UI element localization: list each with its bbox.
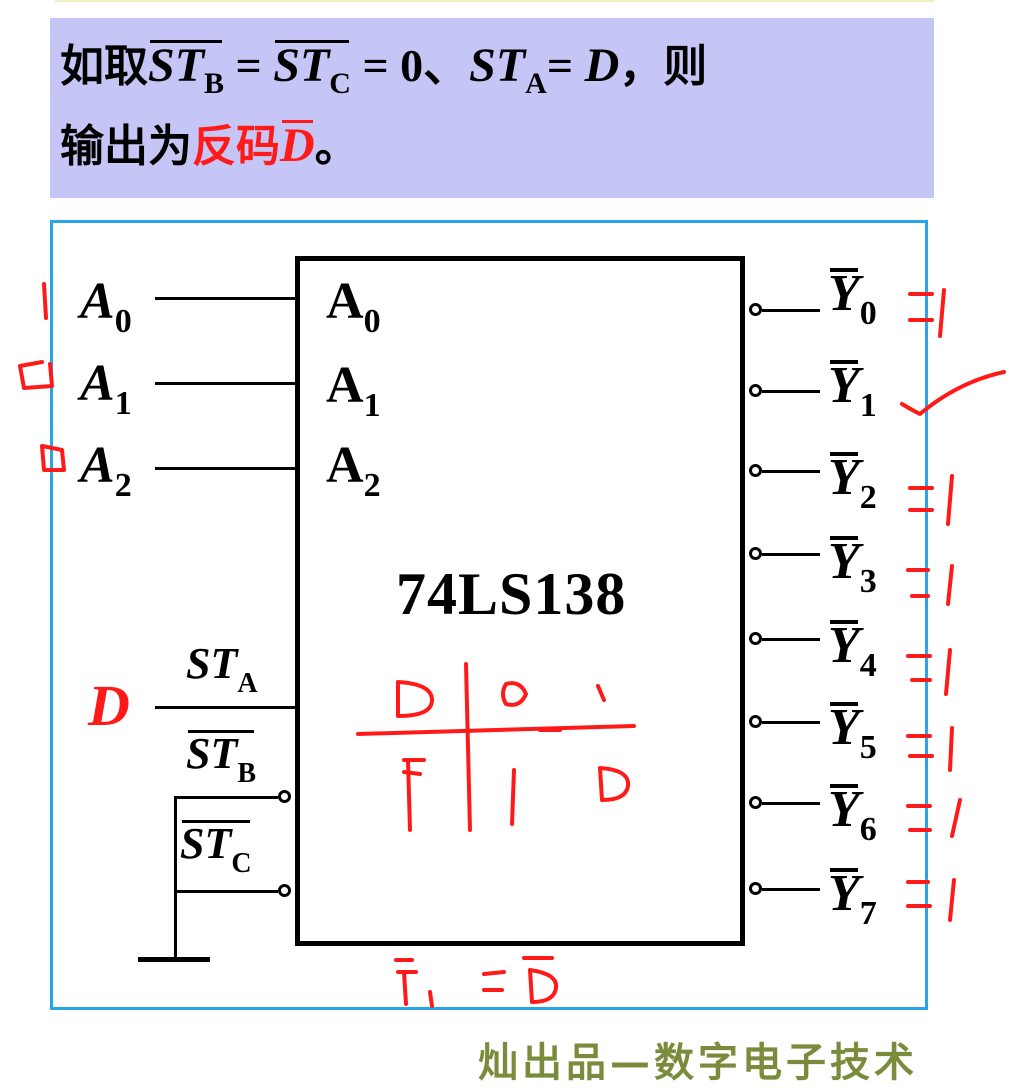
hand-result (394, 956, 559, 1008)
watermark: 灿出品—数字电子技术 (478, 1040, 918, 1086)
hand-input-0-a (18, 360, 54, 390)
hand-truth-table (356, 662, 636, 832)
hand-output-marks (900, 288, 1006, 922)
hand-input-1 (42, 282, 48, 320)
hand-input-0-b (40, 444, 66, 472)
handwritten-annotations (18, 282, 1006, 1008)
